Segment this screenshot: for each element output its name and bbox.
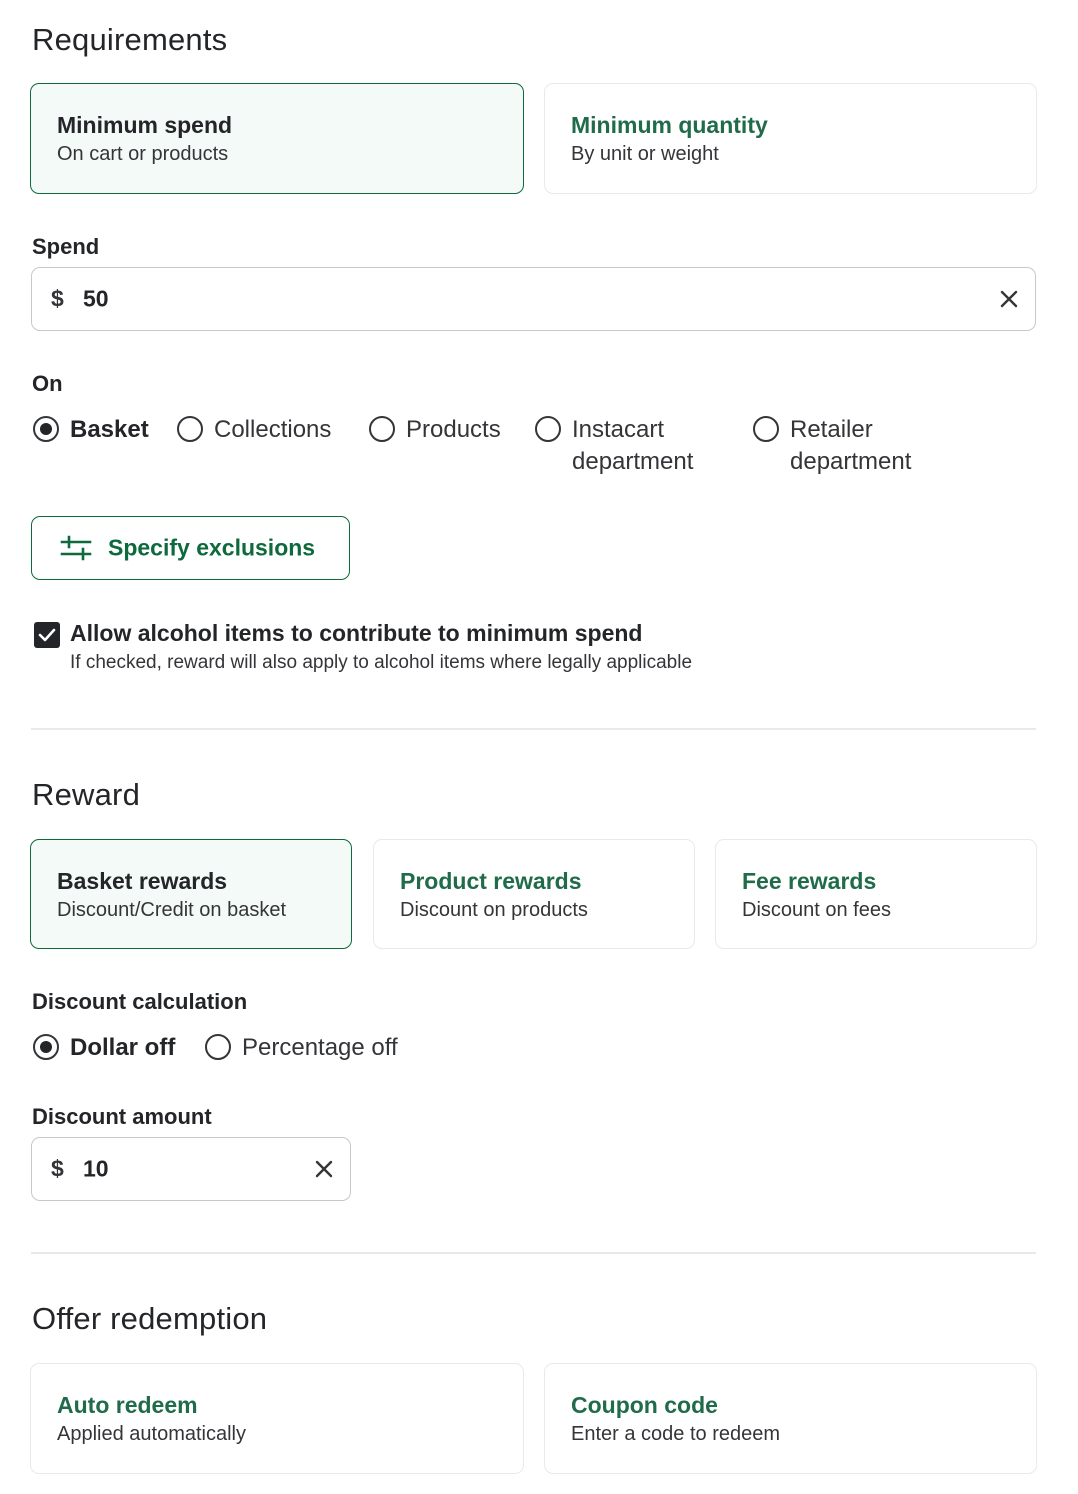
radio-label: Basket [70, 416, 149, 443]
card-title: Minimum spend [57, 112, 233, 138]
card-title: Minimum quantity [571, 112, 768, 138]
radio-percentage-off[interactable]: Percentage off [205, 1032, 398, 1064]
radio-unselected-icon [535, 416, 561, 442]
minimum-spend-card[interactable]: Minimum spend On cart or products [30, 83, 524, 194]
product-rewards-card[interactable]: Product rewards Discount on products [373, 839, 695, 949]
section-divider [31, 728, 1036, 730]
offer-redemption-heading: Offer redemption [32, 1301, 268, 1336]
discount-amount-field[interactable]: $ [31, 1137, 351, 1201]
card-subtitle: Discount/Credit on basket [57, 899, 287, 921]
requirements-heading: Requirements [32, 22, 228, 57]
currency-symbol: $ [51, 1155, 64, 1182]
card-title: Auto redeem [57, 1392, 198, 1418]
alcohol-checkbox[interactable] [34, 622, 60, 648]
specify-exclusions-button[interactable]: Specify exclusions [31, 516, 350, 580]
radio-retailer-department[interactable]: Retailer department [753, 414, 943, 478]
minimum-quantity-card[interactable]: Minimum quantity By unit or weight [544, 83, 1037, 194]
card-subtitle: Discount on fees [742, 899, 891, 921]
radio-label: Collections [214, 416, 332, 443]
radio-selected-icon [33, 1034, 59, 1060]
on-label: On [32, 371, 63, 396]
card-subtitle: Applied automatically [57, 1423, 246, 1445]
radio-instacart-department[interactable]: Instacart department [535, 414, 715, 478]
reward-heading: Reward [32, 777, 141, 812]
card-title: Basket rewards [57, 868, 228, 894]
radio-dollar-off[interactable]: Dollar off [33, 1032, 175, 1064]
clear-icon[interactable] [999, 289, 1019, 309]
basket-rewards-card[interactable]: Basket rewards Discount/Credit on basket [30, 839, 352, 949]
card-title: Coupon code [571, 1392, 718, 1418]
radio-selected-icon [33, 416, 59, 442]
card-subtitle: Enter a code to redeem [571, 1423, 781, 1445]
card-subtitle: Discount on products [400, 899, 588, 921]
radio-label: Dollar off [70, 1034, 176, 1061]
radio-unselected-icon [753, 416, 779, 442]
coupon-code-card[interactable]: Coupon code Enter a code to redeem [544, 1363, 1037, 1474]
radio-unselected-icon [369, 416, 395, 442]
clear-icon[interactable] [314, 1159, 334, 1179]
radio-label: Products [406, 416, 501, 443]
card-subtitle: On cart or products [57, 143, 229, 165]
radio-unselected-icon [177, 416, 203, 442]
card-subtitle: By unit or weight [571, 143, 719, 165]
radio-label: Percentage off [242, 1034, 398, 1061]
alcohol-checkbox-label: Allow alcohol items to contribute to min… [70, 620, 643, 646]
auto-redeem-card[interactable]: Auto redeem Applied automatically [30, 1363, 524, 1474]
discount-calculation-label: Discount calculation [32, 989, 248, 1014]
discount-amount-label: Discount amount [32, 1104, 212, 1129]
card-title: Product rewards [400, 868, 582, 894]
radio-collections[interactable]: Collections [177, 414, 331, 446]
card-title: Fee rewards [742, 868, 877, 894]
checkmark-icon [38, 628, 56, 642]
spend-label: Spend [32, 234, 100, 259]
currency-symbol: $ [51, 285, 64, 312]
radio-products[interactable]: Products [369, 414, 501, 446]
radio-label: Instacart department [572, 416, 694, 475]
alcohol-checkbox-help: If checked, reward will also apply to al… [70, 652, 693, 673]
sliders-icon [60, 535, 92, 561]
spend-input[interactable] [83, 285, 283, 313]
button-label: Specify exclusions [108, 534, 316, 561]
section-divider [31, 1252, 1036, 1254]
spend-field[interactable]: $ [31, 267, 1036, 331]
discount-amount-input[interactable] [83, 1155, 283, 1183]
radio-label: Retailer department [790, 416, 912, 475]
radio-basket[interactable]: Basket [33, 414, 149, 446]
radio-unselected-icon [205, 1034, 231, 1060]
fee-rewards-card[interactable]: Fee rewards Discount on fees [715, 839, 1037, 949]
